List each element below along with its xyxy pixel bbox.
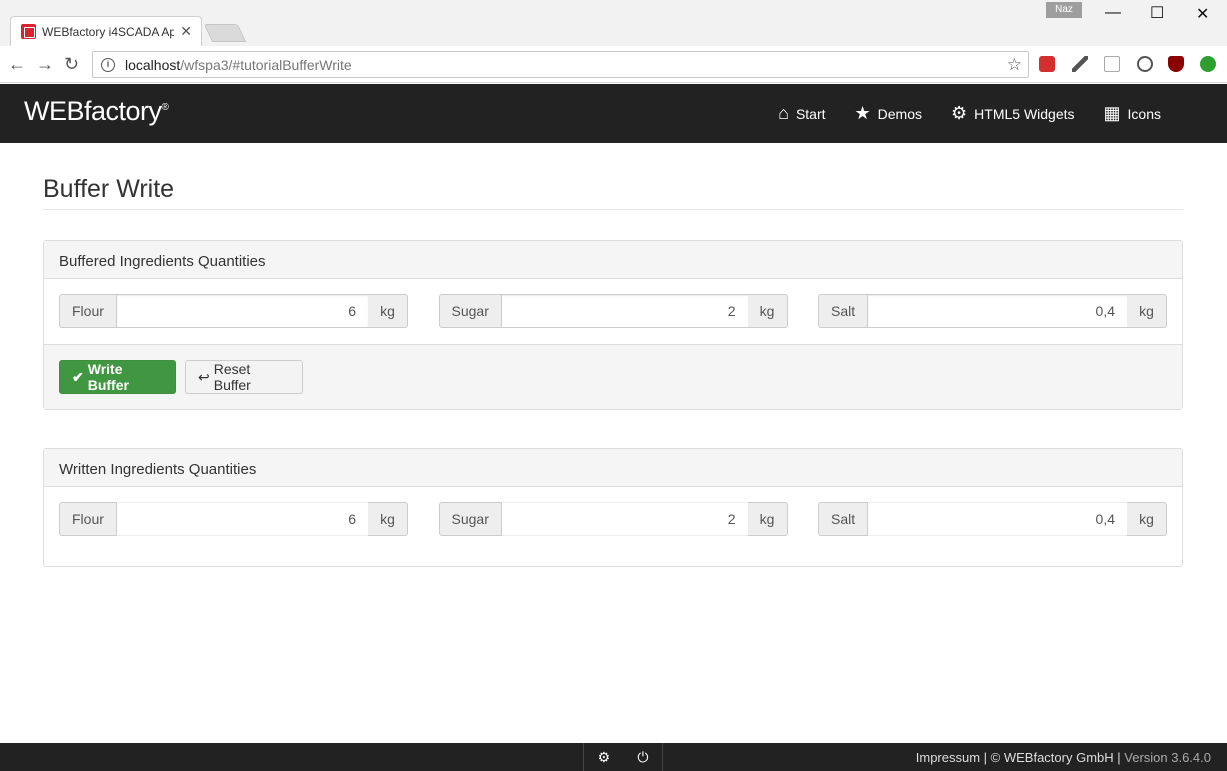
nav-html5-widgets-label: HTML5 Widgets bbox=[974, 105, 1075, 122]
buffered-salt-group: Salt 0,4 kg bbox=[818, 294, 1167, 328]
buffered-flour-group: Flour 6 kg bbox=[59, 294, 408, 328]
extension-ublock-icon[interactable] bbox=[1168, 56, 1184, 72]
browser-titlebar: WEBfactory i4SCADA App ✕ Naz — ☐ ✕ bbox=[0, 0, 1227, 46]
written-flour-value: 6 bbox=[116, 502, 368, 536]
salt-label: Salt bbox=[818, 294, 869, 328]
extension-circle-icon[interactable] bbox=[1137, 56, 1153, 72]
written-sugar-unit: kg bbox=[747, 502, 788, 536]
written-flour-group: Flour 6 kg bbox=[59, 502, 408, 536]
buffered-panel-heading: Buffered Ingredients Quantities bbox=[44, 241, 1182, 279]
written-sugar-label: Sugar bbox=[438, 502, 502, 536]
maximize-icon[interactable]: ☐ bbox=[1150, 3, 1164, 23]
written-panel-body: Flour 6 kg Sugar 2 kg Salt 0,4 kg bbox=[44, 487, 1182, 566]
extension-css-icon[interactable] bbox=[1104, 56, 1120, 72]
reset-buffer-button[interactable]: ↩ Reset Buffer bbox=[185, 360, 303, 394]
close-tab-icon[interactable]: ✕ bbox=[180, 23, 192, 40]
buffered-sugar-group: Sugar 2 kg bbox=[438, 294, 788, 328]
url-host: localhost bbox=[125, 56, 181, 73]
undo-icon: ↩ bbox=[198, 368, 210, 385]
nav-demos-label: Demos bbox=[877, 105, 923, 122]
gear-icon: ⚙ bbox=[951, 103, 968, 123]
app-footer: ⚙ ⏻ Impressum | © WEBfactory GmbH | Vers… bbox=[0, 743, 1227, 771]
buffered-panel-body: Flour 6 kg Sugar 2 kg Salt 0,4 kg bbox=[44, 279, 1182, 344]
write-buffer-label: Write Buffer bbox=[87, 361, 129, 393]
flour-label: Flour bbox=[59, 294, 117, 328]
url-path: /wfspa3/#tutorialBufferWrite bbox=[180, 56, 352, 73]
write-buffer-button[interactable]: ✔ Write Buffer bbox=[59, 360, 176, 394]
written-salt-label: Salt bbox=[818, 502, 869, 536]
nav-start[interactable]: ⌂ Start bbox=[778, 103, 825, 124]
salt-buffer-input[interactable]: 0,4 bbox=[868, 294, 1127, 328]
url-input[interactable]: i localhost/wfspa3/#tutorialBufferWrite … bbox=[92, 51, 1029, 78]
salt-unit: kg bbox=[1127, 294, 1167, 328]
home-icon: ⌂ bbox=[778, 103, 789, 123]
main-content: Buffer Write Buffered Ingredients Quanti… bbox=[43, 143, 1183, 567]
written-salt-value: 0,4 bbox=[868, 502, 1127, 536]
nav-icons-label: Icons bbox=[1127, 105, 1161, 122]
footer-text: Impressum | © WEBfactory GmbH | Version … bbox=[915, 750, 1211, 765]
nav-html5-widgets[interactable]: ⚙ HTML5 Widgets bbox=[951, 103, 1075, 124]
check-icon: ✔ bbox=[72, 368, 84, 385]
extension-lastpass-icon[interactable] bbox=[1039, 56, 1055, 72]
footer-tools: ⚙ ⏻ bbox=[583, 743, 663, 771]
sugar-unit: kg bbox=[747, 294, 788, 328]
bookmark-star-icon[interactable]: ☆ bbox=[1007, 55, 1022, 75]
written-sugar-value: 2 bbox=[501, 502, 748, 536]
reload-icon[interactable]: ↻ bbox=[64, 54, 79, 75]
written-panel: Written Ingredients Quantities Flour 6 k… bbox=[43, 448, 1183, 567]
impressum-link[interactable]: Impressum bbox=[916, 750, 980, 765]
app-favicon-icon bbox=[21, 24, 36, 39]
written-flour-unit: kg bbox=[368, 502, 408, 536]
sugar-label: Sugar bbox=[438, 294, 502, 328]
version-text: Version 3.6.4.0 bbox=[1124, 750, 1211, 765]
reset-buffer-label: Reset Buffer bbox=[213, 361, 251, 393]
star-icon: ★ bbox=[854, 103, 871, 123]
written-salt-unit: kg bbox=[1127, 502, 1167, 536]
brand-logo[interactable]: WEBfactory® bbox=[24, 96, 169, 127]
extension-dropper-icon[interactable] bbox=[1072, 56, 1088, 72]
page-title: Buffer Write bbox=[43, 175, 1183, 210]
forward-icon[interactable]: → bbox=[36, 54, 54, 75]
brand-text: WEBfactory bbox=[24, 96, 162, 126]
power-icon[interactable]: ⏻ bbox=[637, 749, 648, 766]
app-navbar: WEBfactory® ⌂ Start ★ Demos ⚙ HTML5 Widg… bbox=[0, 84, 1227, 143]
nav-demos[interactable]: ★ Demos bbox=[855, 103, 923, 124]
tab-title: WEBfactory i4SCADA App bbox=[42, 24, 174, 39]
nav-start-label: Start bbox=[795, 105, 826, 122]
written-sugar-group: Sugar 2 kg bbox=[438, 502, 788, 536]
minimize-icon[interactable]: — bbox=[1105, 4, 1121, 22]
user-badge[interactable]: Naz bbox=[1046, 2, 1082, 18]
flour-buffer-input[interactable]: 6 bbox=[116, 294, 368, 328]
written-flour-label: Flour bbox=[59, 502, 117, 536]
settings-gears-icon[interactable]: ⚙ bbox=[598, 749, 611, 766]
browser-tab[interactable]: WEBfactory i4SCADA App ✕ bbox=[10, 16, 202, 46]
flour-unit: kg bbox=[368, 294, 408, 328]
site-info-icon[interactable]: i bbox=[101, 57, 115, 72]
nav-icons[interactable]: ▦ Icons bbox=[1104, 103, 1161, 124]
buffered-panel: Buffered Ingredients Quantities Flour 6 … bbox=[43, 240, 1183, 410]
new-tab-button[interactable] bbox=[203, 24, 247, 42]
extension-upload-icon[interactable] bbox=[1200, 56, 1216, 72]
sugar-buffer-input[interactable]: 2 bbox=[501, 294, 748, 328]
close-window-icon[interactable]: ✕ bbox=[1196, 4, 1209, 24]
written-panel-heading: Written Ingredients Quantities bbox=[44, 449, 1182, 487]
nav-links: ⌂ Start ★ Demos ⚙ HTML5 Widgets ▦ Icons bbox=[749, 84, 1161, 143]
grid-icon: ▦ bbox=[1103, 103, 1121, 123]
copyright-text: © WEBfactory GmbH bbox=[990, 750, 1114, 765]
buffered-panel-footer: ✔ Write Buffer ↩ Reset Buffer bbox=[44, 344, 1182, 409]
written-salt-group: Salt 0,4 kg bbox=[818, 502, 1167, 536]
back-icon[interactable]: ← bbox=[8, 54, 26, 75]
